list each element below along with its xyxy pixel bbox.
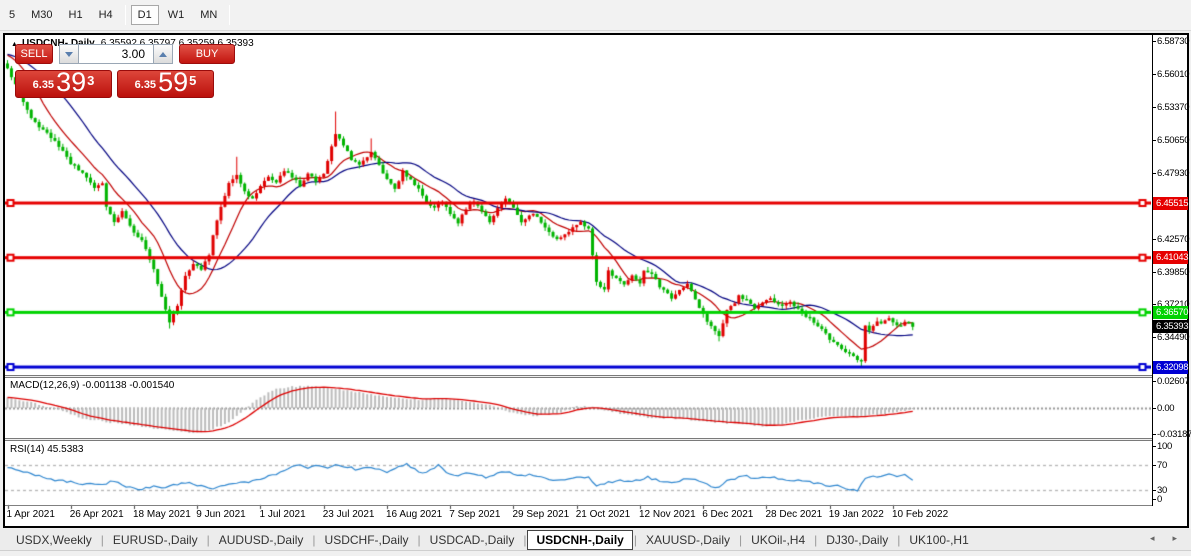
tab-separator: |: [814, 533, 817, 547]
date-axis-label: 10 Feb 2022: [892, 509, 948, 520]
timeframe-button-H1[interactable]: H1: [62, 5, 90, 25]
date-axis-label: 18 May 2021: [133, 509, 191, 520]
date-axis-label: 1 Jul 2021: [259, 509, 305, 520]
rsi-axis-label: 0: [1157, 494, 1162, 505]
sell-price-pip: 3: [87, 73, 94, 88]
date-axis-label: 26 Apr 2021: [70, 509, 124, 520]
chart-tab-bar: USDX,Weekly|EURUSD-,Daily|AUDUSD-,Daily|…: [0, 529, 1191, 551]
volume-input[interactable]: [79, 44, 153, 64]
toolbar-separator: [229, 5, 230, 25]
buy-button[interactable]: BUY: [179, 44, 235, 64]
tab-dj30-daily[interactable]: DJ30-,Daily: [818, 531, 896, 549]
volume-decrease-button[interactable]: [59, 44, 79, 64]
date-axis-label: 12 Nov 2021: [639, 509, 696, 520]
date-axis-label: 19 Jan 2022: [829, 509, 884, 520]
price-axis-label: 6.42570: [1157, 234, 1189, 245]
price-axis-label: 6.47930: [1157, 168, 1189, 179]
macd-axis-label: -0.03187: [1157, 429, 1191, 440]
timeframe-button-D1[interactable]: D1: [131, 5, 159, 25]
pane-splitter-macd[interactable]: [5, 375, 1187, 378]
date-axis-label: 28 Dec 2021: [765, 509, 822, 520]
buy-price-pip: 5: [189, 73, 196, 88]
tab-separator: |: [634, 533, 637, 547]
tab-separator: |: [739, 533, 742, 547]
sell-price-prefix: 6.35: [33, 79, 54, 91]
date-axis-label: 1 Apr 2021: [7, 509, 55, 520]
price-axis-label: 6.50650: [1157, 135, 1189, 146]
chart-panel: ▲USDCNH-,Daily6.35592 6.35797 6.35259 6.…: [5, 35, 1187, 526]
volume-increase-button[interactable]: [153, 44, 173, 64]
date-axis-label: 9 Jun 2021: [196, 509, 246, 520]
buy-price-prefix: 6.35: [135, 79, 156, 91]
toolbar-separator: [125, 5, 126, 25]
tab-ukoil-h4[interactable]: UKOil-,H4: [743, 531, 813, 549]
price-axis-label: 6.53370: [1157, 102, 1189, 113]
timeframe-button-MN[interactable]: MN: [193, 5, 224, 25]
buy-price-digits: 59: [158, 70, 188, 95]
timeframe-button-M30[interactable]: M30: [24, 5, 59, 25]
tab-uk100-h1[interactable]: UK100-,H1: [901, 531, 976, 549]
macd-axis-label: 0.02607: [1157, 376, 1189, 387]
tab-separator: |: [523, 533, 526, 547]
macd-indicator-label: MACD(12,26,9) -0.001138 -0.001540: [10, 380, 174, 391]
tab-separator: |: [101, 533, 104, 547]
level-price-badge: 6.36570: [1153, 306, 1188, 319]
sell-button[interactable]: SELL: [15, 44, 53, 64]
level-price-badge: 6.41043: [1153, 251, 1188, 264]
timeframe-button-W1[interactable]: W1: [161, 5, 192, 25]
tab-separator: |: [897, 533, 900, 547]
pane-splitter-rsi[interactable]: [5, 438, 1187, 441]
date-axis-label: 16 Aug 2021: [386, 509, 442, 520]
price-axis-label: 6.56010: [1157, 69, 1189, 80]
level-price-badge: 6.32098: [1153, 361, 1188, 374]
tab-scroll-right-icon[interactable]: ▸: [1172, 533, 1177, 544]
date-axis-label: 29 Sep 2021: [512, 509, 569, 520]
tab-usdcad-daily[interactable]: USDCAD-,Daily: [422, 531, 523, 549]
price-axis[interactable]: 6.58730 6.56010 6.53370 6.50650 6.47930 6.425…: [1152, 35, 1187, 506]
date-axis-label: 6 Dec 2021: [702, 509, 753, 520]
rsi-axis-label: 100: [1157, 441, 1172, 452]
tab-separator: |: [418, 533, 421, 547]
date-axis-label: 21 Oct 2021: [576, 509, 630, 520]
one-click-trading-panel: SELL BUY 6.35 39 3 6.35 59 5: [15, 44, 235, 98]
timeframe-button-5[interactable]: 5: [2, 5, 22, 25]
price-axis-label: 6.58730: [1157, 36, 1189, 47]
tab-eurusd-daily[interactable]: EURUSD-,Daily: [105, 531, 206, 549]
rsi-axis-label: 70: [1157, 460, 1167, 471]
tab-usdcnh-daily[interactable]: USDCNH-,Daily: [527, 530, 632, 550]
macd-axis-label: 0.00: [1157, 403, 1174, 414]
chevron-down-icon: [65, 52, 73, 57]
tab-xauusd-daily[interactable]: XAUUSD-,Daily: [638, 531, 738, 549]
timeframe-toolbar: 5M30H1H4 D1W1MN: [0, 0, 1191, 31]
tab-scroll-arrows: ◂ ▸: [1150, 533, 1177, 544]
sell-price-digits: 39: [56, 70, 86, 95]
date-axis-label: 23 Jul 2021: [323, 509, 375, 520]
chevron-up-icon: [159, 52, 167, 57]
level-price-badge: 6.45515: [1153, 197, 1188, 210]
timeframe-button-H4[interactable]: H4: [92, 5, 120, 25]
date-axis-label: 7 Sep 2021: [449, 509, 500, 520]
current-price-badge: 6.35393: [1153, 320, 1188, 333]
tab-separator: |: [207, 533, 210, 547]
sell-price-box[interactable]: 6.35 39 3: [15, 70, 112, 98]
buy-price-box[interactable]: 6.35 59 5: [117, 70, 214, 98]
price-axis-label: 6.39850: [1157, 267, 1189, 278]
tab-audusd-daily[interactable]: AUDUSD-,Daily: [211, 531, 312, 549]
axis-separator-line: [5, 505, 1187, 506]
tab-usdx-weekly[interactable]: USDX,Weekly: [8, 531, 100, 549]
tab-usdchf-daily[interactable]: USDCHF-,Daily: [317, 531, 417, 549]
tab-separator: |: [312, 533, 315, 547]
rsi-indicator-label: RSI(14) 45.5383: [10, 444, 83, 455]
tab-scroll-left-icon[interactable]: ◂: [1150, 533, 1155, 544]
chart-window: ▲USDCNH-,Daily6.35592 6.35797 6.35259 6.…: [3, 33, 1189, 528]
price-axis-label: 6.34490: [1157, 332, 1189, 343]
chart-canvas[interactable]: [5, 35, 1151, 525]
